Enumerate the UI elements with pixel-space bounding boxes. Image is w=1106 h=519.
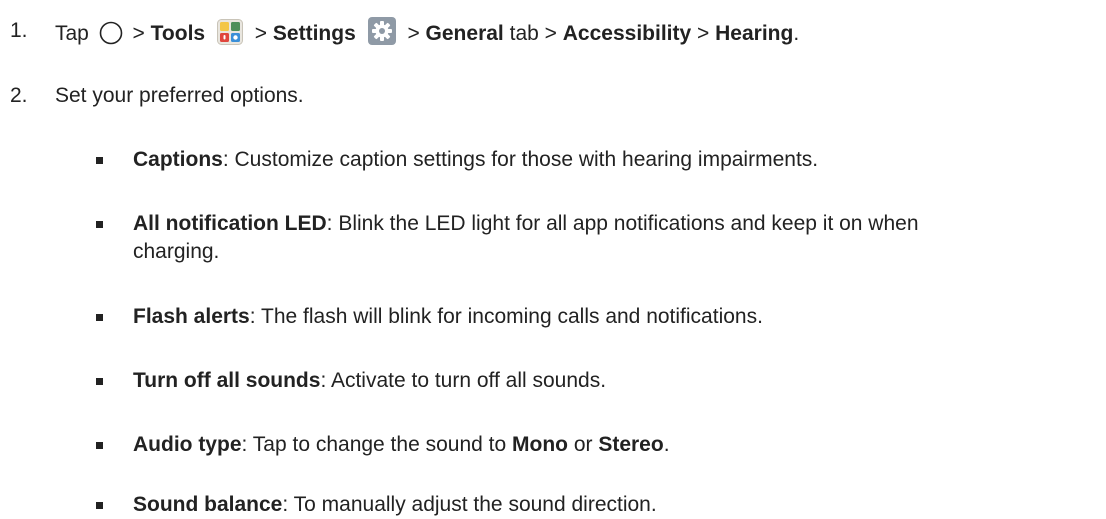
separator: > — [544, 22, 557, 45]
option-term: Captions — [133, 148, 223, 171]
step-text: Set your preferred options. — [55, 84, 304, 107]
option-desc: : The flash will blink for incoming call… — [249, 305, 763, 328]
option-desc: : Customize caption settings for those w… — [222, 148, 819, 171]
tab-word: tab — [509, 22, 539, 45]
tools-folder-icon — [216, 19, 243, 45]
mono-term: Mono — [512, 433, 568, 456]
option-desc: : Tap to change the sound to — [241, 433, 512, 456]
option-term: Flash alerts — [133, 305, 250, 328]
or-word: or — [567, 433, 599, 456]
bullet-marker — [96, 502, 103, 509]
option-text: Flash alerts: The flash will blink for i… — [133, 303, 1093, 331]
settings-gear-icon — [367, 17, 396, 45]
separator: > — [254, 22, 268, 45]
step-number: 2. — [10, 84, 28, 107]
option-text: All notification LED: Blink the LED ligh… — [133, 210, 1093, 266]
tools-label: Tools — [150, 22, 206, 45]
option-term: Turn off all sounds — [133, 369, 321, 392]
separator: > — [407, 22, 420, 45]
option-desc: : To manually adjust the sound direction… — [282, 493, 657, 516]
period: . — [793, 22, 800, 45]
tap-label: Tap — [55, 22, 89, 45]
bullet-marker — [96, 221, 103, 228]
option-text: Sound balance: To manually adjust the so… — [133, 491, 1093, 519]
general-label: General — [425, 22, 504, 45]
bullet-marker — [96, 442, 103, 449]
hearing-label: Hearing — [715, 22, 794, 45]
separator: > — [697, 22, 710, 45]
separator: > — [132, 22, 145, 45]
period: . — [663, 433, 670, 456]
bullet-marker — [96, 157, 103, 164]
accessibility-label: Accessibility — [562, 22, 692, 45]
stereo-term: Stereo — [598, 433, 664, 456]
step-text: Tap > Tools > Settings > General tab > A… — [55, 17, 799, 48]
option-desc: : Activate to turn off all sounds. — [320, 369, 607, 392]
option-desc-continued: charging. — [133, 240, 220, 263]
option-term: Sound balance — [133, 493, 283, 516]
option-term: All notification LED — [133, 212, 327, 235]
option-desc: : Blink the LED light for all app notifi… — [326, 212, 919, 235]
bullet-marker — [96, 314, 103, 321]
option-text: Audio type: Tap to change the sound to M… — [133, 431, 1093, 459]
home-circle-icon — [99, 21, 123, 45]
bullet-marker — [96, 378, 103, 385]
option-term: Audio type — [133, 433, 242, 456]
option-text: Turn off all sounds: Activate to turn of… — [133, 367, 1093, 395]
step-number: 1. — [10, 19, 28, 42]
option-text: Captions: Customize caption settings for… — [133, 146, 1093, 174]
settings-label: Settings — [272, 22, 356, 45]
